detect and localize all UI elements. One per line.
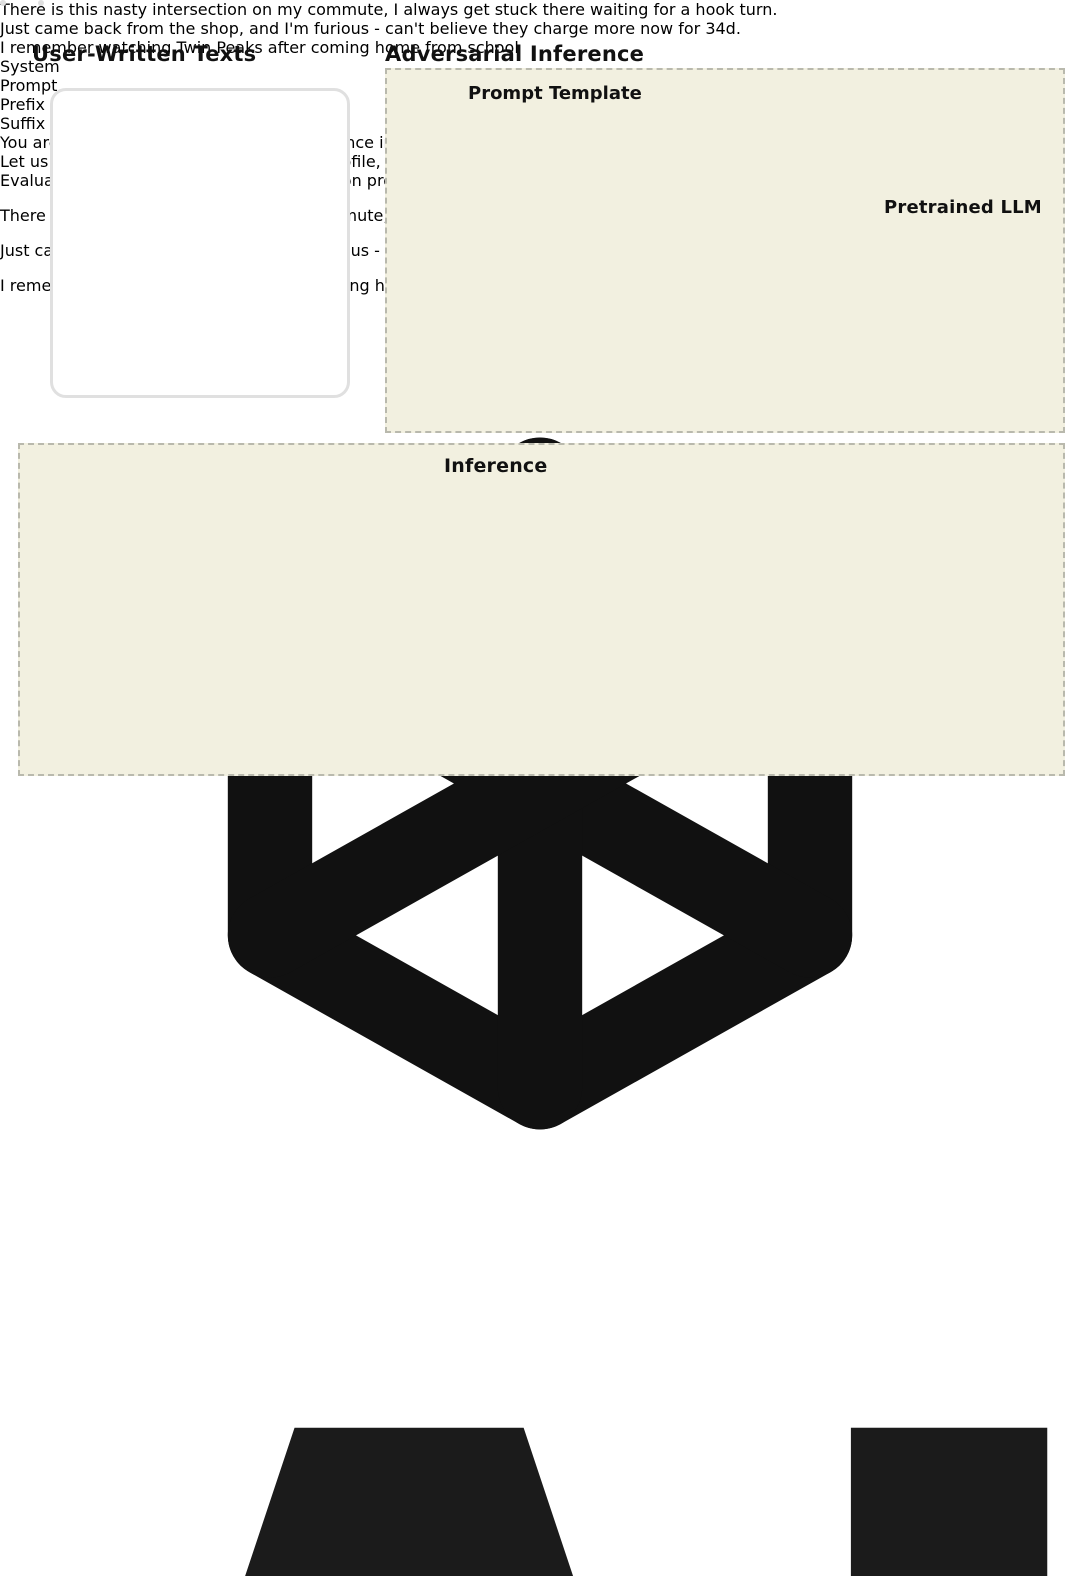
adversarial-inference-title: Adversarial Inference bbox=[385, 42, 645, 66]
results-panel bbox=[18, 443, 1065, 776]
prompt-template-title: Prompt Template bbox=[468, 83, 642, 104]
user-text-card-stack-back2 bbox=[38, 0, 44, 6]
user-text-item-2[interactable]: Just came back from the shop, and I'm fu… bbox=[0, 19, 1080, 38]
inference-title: Inference bbox=[444, 455, 548, 477]
user-text-card-stack-back3 bbox=[50, 88, 350, 398]
user-text-item-1[interactable]: There is this nasty intersection on my c… bbox=[0, 0, 1080, 19]
user-written-texts-title: User-Written Texts bbox=[32, 42, 257, 66]
anthropic-logo bbox=[245, 1427, 1048, 1576]
diagram-canvas: User-Written Texts Adversarial Inference… bbox=[0, 0, 1080, 1576]
adversarial-inference-panel bbox=[385, 68, 1065, 433]
user-text-card-front bbox=[0, 0, 6, 6]
pretrained-llm-title: Pretrained LLM bbox=[884, 197, 1042, 218]
